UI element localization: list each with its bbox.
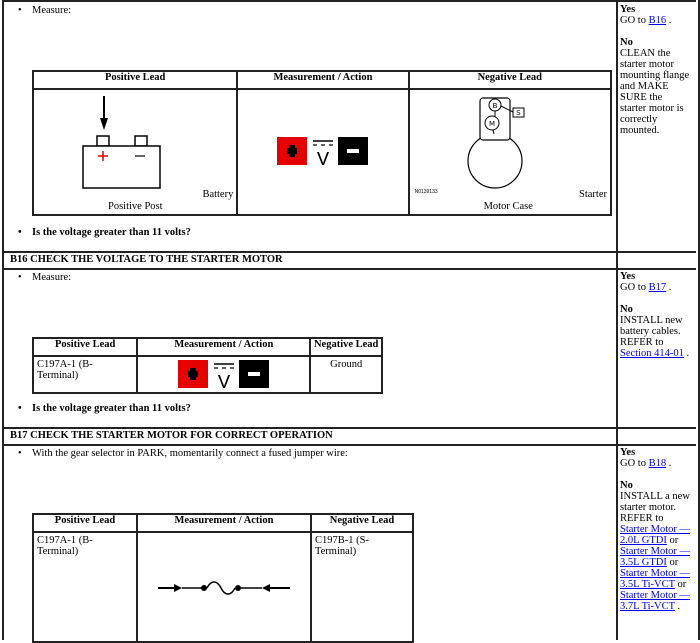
positive-lead-cell: Battery Positive Post bbox=[31, 88, 239, 216]
fused-jumper-wire-icon bbox=[157, 581, 290, 595]
link-starter-3-5l-gtdi[interactable]: Starter Motor — bbox=[620, 546, 690, 557]
no-link-line: Section 414-01 . bbox=[620, 348, 690, 359]
header-positive-lead: Positive Lead bbox=[31, 70, 239, 90]
starter-link-line: 2.0L GTDI or bbox=[620, 535, 679, 546]
yes-action: GO to B18 . bbox=[620, 458, 672, 469]
link-starter-3-7l-ti-vct[interactable]: Starter Motor — bbox=[620, 590, 690, 601]
measurement-table-b16: Positive Lead Measurement / Action Negat… bbox=[31, 337, 383, 394]
measurement-action-cell: V bbox=[236, 88, 410, 216]
section-divider-b17 bbox=[2, 427, 696, 429]
yes-label: Yes bbox=[620, 447, 636, 458]
header-positive-lead: Positive Lead bbox=[32, 513, 138, 533]
header-negative-lead: Negative Lead bbox=[309, 513, 415, 533]
battery-label: Battery bbox=[202, 189, 234, 200]
starter-link-line: Starter Motor — bbox=[620, 568, 696, 579]
header-measurement-action: Measurement / Action bbox=[135, 513, 312, 533]
no-line: starter motor bbox=[620, 59, 674, 70]
terminal-s-letter: S bbox=[516, 109, 521, 117]
yes-action: GO to B16 . bbox=[620, 15, 672, 26]
voltmeter-icon: V bbox=[177, 360, 269, 389]
link-starter-2-0l-gtdi[interactable]: Starter Motor — bbox=[620, 524, 690, 535]
section-divider-b16 bbox=[2, 251, 696, 253]
step-title-b16: B16 CHECK THE VOLTAGE TO THE STARTER MOT… bbox=[10, 254, 283, 265]
result-b15: Yes GO to B16 . No CLEAN the starter mot… bbox=[620, 4, 696, 136]
starter-link-line: Starter Motor — bbox=[620, 590, 696, 601]
no-line: CLEAN the bbox=[620, 48, 671, 59]
link-b17[interactable]: B17 bbox=[649, 282, 667, 293]
link-starter-3-7l-ti-vct-model[interactable]: 3.7L Ti-VCT bbox=[620, 601, 675, 612]
starter-label: Starter bbox=[579, 189, 607, 200]
no-label: No bbox=[620, 304, 633, 315]
negative-lead-value: C197B-1 (S-Terminal) bbox=[309, 531, 415, 643]
yes-action: GO to B17 . bbox=[620, 282, 672, 293]
yes-label: Yes bbox=[620, 4, 636, 15]
starter-link-line: Starter Motor — bbox=[620, 524, 696, 535]
starter-link-line: Starter Motor — bbox=[620, 546, 696, 557]
no-line: starter motor. bbox=[620, 502, 676, 513]
question-b16: Is the voltage greater than 11 volts? bbox=[18, 403, 191, 414]
no-line: and MAKE bbox=[620, 81, 669, 92]
terminal-m-letter: M bbox=[489, 120, 495, 128]
measure-instruction-b16: Measure: bbox=[18, 272, 71, 283]
starter-link-line: 3.7L Ti-VCT . bbox=[620, 601, 681, 612]
svg-text:V: V bbox=[317, 149, 330, 166]
question-b15: Is the voltage greater than 11 volts? bbox=[18, 227, 191, 238]
link-starter-3-5l-gtdi-model[interactable]: 3.5L GTDI bbox=[620, 557, 667, 568]
positive-lead-value: C197A-1 (B-Terminal) bbox=[32, 531, 138, 643]
figure-code: N0139133 bbox=[414, 189, 438, 195]
column-divider bbox=[616, 0, 618, 640]
link-section-414-01[interactable]: Section 414-01 bbox=[620, 348, 684, 359]
header-negative-lead: Negative Lead bbox=[407, 70, 613, 90]
result-b16: Yes GO to B17 . No INSTALL new battery c… bbox=[620, 271, 696, 359]
result-b17: Yes GO to B18 . No INSTALL a new starter… bbox=[620, 447, 696, 612]
no-line: REFER to bbox=[620, 513, 664, 524]
title-divider-b17 bbox=[2, 444, 696, 446]
link-b16[interactable]: B16 bbox=[649, 15, 667, 26]
starter-link-line: 3.5L Ti-VCT or bbox=[620, 579, 687, 590]
dc-voltmeter-symbol: V bbox=[238, 136, 407, 170]
svg-text:V: V bbox=[218, 372, 231, 389]
header-measurement-action: Measurement / Action bbox=[136, 337, 312, 357]
no-line: starter motor is bbox=[620, 103, 684, 114]
positive-post-label: Positive Post bbox=[108, 201, 163, 212]
no-line: battery cables. bbox=[620, 326, 681, 337]
top-border bbox=[2, 0, 696, 2]
header-positive-lead: Positive Lead bbox=[31, 337, 139, 357]
negative-lead-value: Ground bbox=[309, 355, 383, 394]
link-b18[interactable]: B18 bbox=[649, 458, 667, 469]
starter-link-line: 3.5L GTDI or bbox=[620, 557, 679, 568]
measurement-table-b17: Positive Lead Measurement / Action Negat… bbox=[32, 513, 415, 643]
voltmeter-icon: V bbox=[276, 136, 368, 170]
header-measurement-action: Measurement / Action bbox=[236, 70, 410, 90]
measure-instruction: Measure: bbox=[18, 5, 71, 16]
motor-case-label: Motor Case bbox=[483, 201, 533, 212]
no-line: SURE the bbox=[620, 92, 663, 103]
header-negative-lead: Negative Lead bbox=[309, 337, 383, 357]
link-starter-3-5l-ti-vct-model[interactable]: 3.5L Ti-VCT bbox=[620, 579, 675, 590]
yes-label: Yes bbox=[620, 271, 636, 282]
no-label: No bbox=[620, 37, 633, 48]
no-line: REFER to bbox=[620, 337, 664, 348]
no-line: mounted. bbox=[620, 125, 660, 136]
step-title-b17: B17 CHECK THE STARTER MOTOR FOR CORRECT … bbox=[10, 430, 333, 441]
diagnostic-page: Measure: Positive Lead Measurement / Act… bbox=[0, 0, 700, 643]
title-divider-b16 bbox=[2, 268, 696, 270]
measurement-table-b15: Positive Lead Measurement / Action Negat… bbox=[31, 70, 613, 216]
link-starter-3-5l-ti-vct[interactable]: Starter Motor — bbox=[620, 568, 690, 579]
no-line: mounting flange bbox=[620, 70, 690, 81]
measurement-action-cell bbox=[135, 531, 312, 643]
no-line: INSTALL new bbox=[620, 315, 683, 326]
measurement-action-cell: V bbox=[136, 355, 312, 394]
negative-lead-cell: B M S N0139133 Starter Motor Case bbox=[407, 88, 613, 216]
positive-lead-value: C197A-1 (B-Terminal) bbox=[31, 355, 139, 394]
instruction-b17: With the gear selector in PARK, momentar… bbox=[18, 448, 348, 459]
link-starter-2-0l-gtdi-model[interactable]: 2.0L GTDI bbox=[620, 535, 667, 546]
no-line: correctly bbox=[620, 114, 658, 125]
terminal-b-letter: B bbox=[492, 102, 497, 110]
no-label: No bbox=[620, 480, 633, 491]
no-line: INSTALL a new bbox=[620, 491, 690, 502]
